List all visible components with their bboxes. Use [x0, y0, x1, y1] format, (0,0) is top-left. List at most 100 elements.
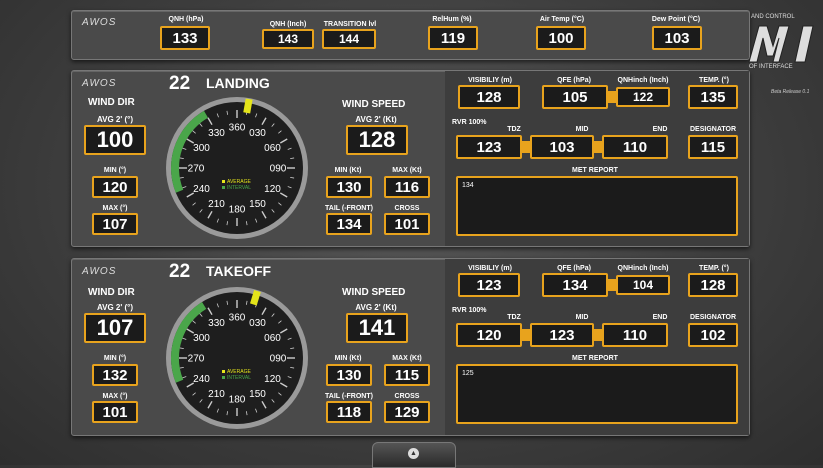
rvr-label: RVR 100% [452, 119, 487, 126]
temp-value: 135 [688, 85, 738, 109]
qnhinch-label: QNHinch (Inch) [617, 265, 669, 272]
max-spd-label: MAX (Kt) [392, 167, 422, 174]
tdz-connector [522, 329, 530, 341]
designator-value: 115 [688, 135, 738, 159]
compass-label: 300 [193, 143, 210, 154]
max-dir-value: 101 [92, 401, 138, 423]
interval-legend-swatch [222, 186, 225, 189]
expand-tab-button[interactable]: ▲ [372, 442, 456, 468]
qfe-connector [608, 91, 616, 103]
temp-label: TEMP. (°) [699, 77, 729, 84]
wind-speed-title: WIND SPEED [342, 99, 406, 110]
designator-label: DESIGNATOR [689, 314, 737, 321]
min-spd-label: MIN (Kt) [334, 355, 362, 362]
compass-label: 270 [188, 164, 205, 175]
compass-label: 150 [249, 199, 266, 210]
temp-label: TEMP. (°) [699, 265, 729, 272]
qnh-inch-label: QNH (Inch) [269, 21, 307, 28]
wind-compass-gauge: 360 030 060 090 120 150 180 210 240 270 300 330 AVER… [164, 95, 310, 241]
relhum-value: 119 [428, 26, 478, 50]
rvr-label: RVR 100% [452, 307, 487, 314]
cross-value: 129 [384, 401, 430, 423]
tail-label: TAIL (-FRONT) [325, 393, 373, 400]
average-legend-swatch [222, 180, 225, 183]
cross-value: 101 [384, 213, 430, 235]
compass-label: 090 [270, 164, 287, 175]
min-dir-label: MIN (°) [103, 167, 127, 174]
runway-number: 22 [169, 261, 191, 282]
mid-value: 103 [530, 135, 594, 159]
tdz-label: TDZ [507, 314, 521, 321]
max-spd-value: 116 [384, 176, 430, 198]
compass-label: 120 [264, 374, 281, 385]
dewpoint-label: Dew Point (°C) [651, 16, 701, 23]
avg-spd-value: 141 [346, 313, 408, 343]
qnh-hpa-value: 133 [160, 26, 210, 50]
avg-dir-label: AVG 2' (°) [96, 115, 134, 124]
chevron-up-icon[interactable]: ▲ [408, 448, 419, 459]
mid-value: 123 [530, 323, 594, 347]
end-label: END [652, 126, 668, 133]
compass-label: 300 [193, 333, 210, 344]
min-spd-value: 130 [326, 364, 372, 386]
temp-value: 128 [688, 273, 738, 297]
tail-value: 134 [326, 213, 372, 235]
mid-label: MID [575, 314, 589, 321]
end-label: END [652, 314, 668, 321]
qfe-label: QFE (hPa) [557, 265, 591, 272]
awos-logo: AWOS [82, 17, 117, 28]
avg-spd-label: AVG 2' (Kt) [355, 115, 397, 124]
end-value: 110 [602, 135, 668, 159]
qfe-connector [608, 279, 616, 291]
visibility-value: 128 [458, 85, 520, 109]
max-dir-label: MAX (°) [102, 205, 128, 212]
compass-label: 150 [249, 389, 266, 400]
max-spd-label: MAX (Kt) [392, 355, 422, 362]
compass-label: 030 [249, 128, 266, 139]
compass-label: 060 [264, 333, 281, 344]
compass-label: 330 [208, 128, 225, 139]
visibility-label: VISIBILIY (m) [468, 77, 512, 84]
max-dir-value: 107 [92, 213, 138, 235]
airtemp-label: Air Temp (°C) [539, 16, 585, 23]
compass-label: 330 [208, 318, 225, 329]
min-dir-label: MIN (°) [103, 355, 127, 362]
qnh-hpa-label: QNH (hPa) [168, 16, 204, 23]
met-report-box: 125 [456, 364, 738, 424]
relhum-label: RelHum (%) [432, 16, 472, 23]
avg-spd-value: 128 [346, 125, 408, 155]
top-status-panel: AWOS QNH (hPa) 133 QNH (Inch) 143 TRANSI… [71, 10, 750, 60]
transition-label: TRANSITION lvl [323, 21, 377, 28]
tdz-value: 120 [456, 323, 522, 347]
average-legend-swatch [222, 370, 225, 373]
mid-label: MID [575, 126, 589, 133]
logo-text-top: AND CONTROL [751, 14, 795, 20]
avg-dir-label: AVG 2' (°) [96, 303, 134, 312]
awos-logo: AWOS [82, 266, 117, 277]
tail-value: 118 [326, 401, 372, 423]
compass-label: 060 [264, 143, 281, 154]
qnhinch-label: QNHinch (Inch) [617, 77, 669, 84]
qfe-value: 105 [542, 85, 608, 109]
max-dir-label: MAX (°) [102, 393, 128, 400]
landing-panel: AWOS 22 LANDING WIND DIR AVG 2' (°) 100 … [71, 70, 750, 247]
wind-speed-title: WIND SPEED [342, 287, 406, 298]
min-dir-value: 120 [92, 176, 138, 198]
panel-mode-title: TAKEOFF [206, 263, 272, 279]
min-spd-label: MIN (Kt) [334, 167, 362, 174]
average-marker [250, 290, 261, 306]
airtemp-value: 100 [536, 26, 586, 50]
min-spd-value: 130 [326, 176, 372, 198]
release-label: Beta Release 0.1 [771, 89, 810, 95]
tdz-connector [522, 141, 530, 153]
visibility-label: VISIBILIY (m) [468, 265, 512, 272]
cross-label: CROSS [394, 393, 420, 400]
compass-label: 120 [264, 184, 281, 195]
mid-connector [594, 329, 602, 341]
end-value: 110 [602, 323, 668, 347]
qnhinch-value: 104 [616, 275, 670, 295]
compass-label: 360 [229, 313, 246, 324]
interval-legend-swatch [222, 376, 225, 379]
avg-spd-label: AVG 2' (Kt) [355, 303, 397, 312]
qnhinch-value: 122 [616, 87, 670, 107]
